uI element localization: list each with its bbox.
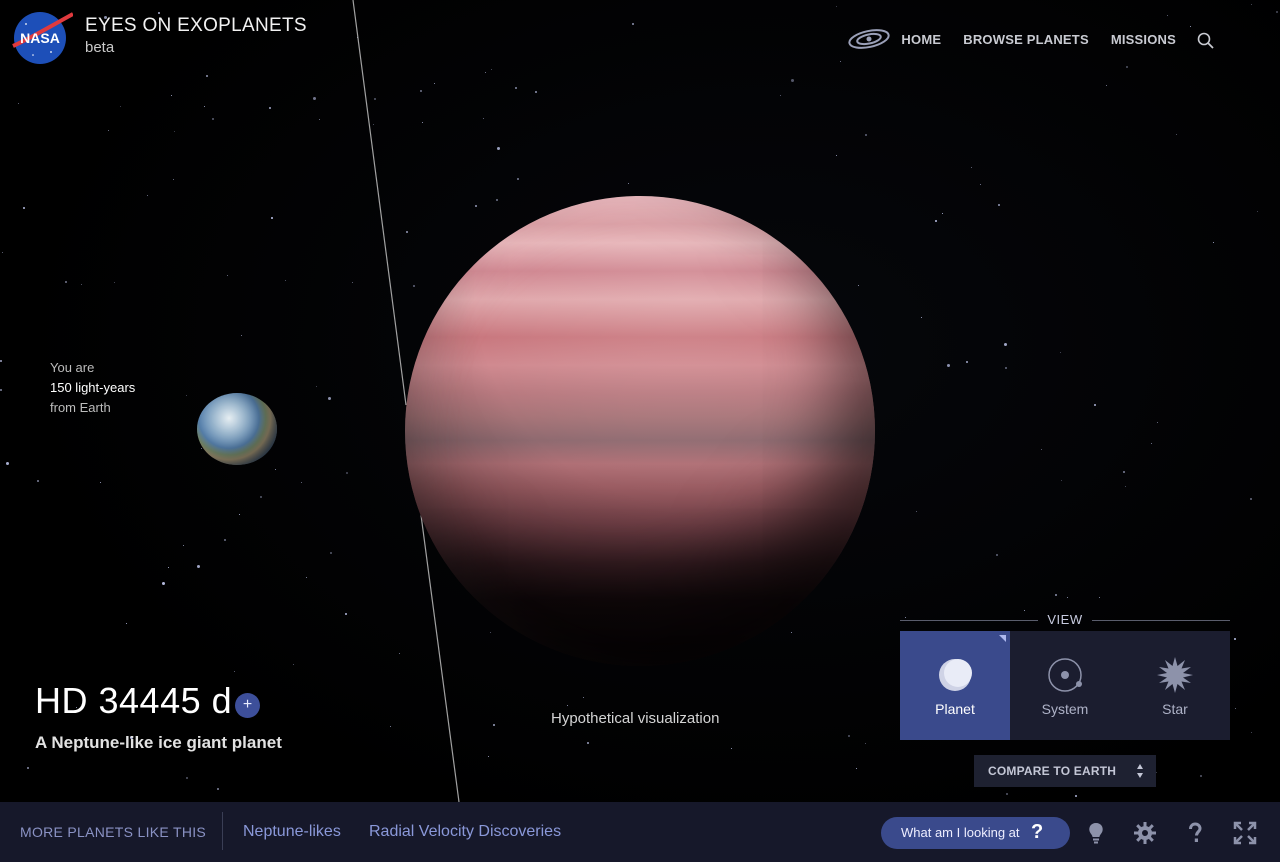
bottom-bar: MORE PLANETS LIKE THIS Neptune-likes Rad…: [0, 802, 1280, 862]
view-option-system-label: System: [1041, 701, 1089, 717]
compare-to-earth-label: COMPARE TO EARTH: [988, 764, 1117, 778]
view-label: VIEW: [1047, 612, 1083, 627]
system-icon: [1048, 658, 1082, 692]
fullscreen-icon[interactable]: [1233, 821, 1257, 845]
app-title: EYES ON EXOPLANETS: [85, 15, 307, 36]
app-subtitle: beta: [85, 39, 115, 56]
more-planets-label: MORE PLANETS LIKE THIS: [20, 824, 207, 840]
corner-indicator-icon: [999, 635, 1006, 642]
nasa-logo[interactable]: NASA: [11, 10, 73, 65]
question-mark-icon: ?: [1031, 821, 1044, 843]
distance-value: 150 light-years: [50, 380, 136, 395]
what-am-i-looking-at-button[interactable]: What am I looking at ?: [881, 817, 1070, 849]
view-option-planet[interactable]: Planet: [900, 631, 1010, 740]
planet-shading: [405, 196, 875, 666]
planet-description: A Neptune-like ice giant planet: [35, 733, 282, 752]
bottom-bar-divider: [222, 812, 223, 850]
view-option-star[interactable]: Star: [1120, 631, 1230, 740]
earth-globe[interactable]: [197, 393, 277, 465]
visualization-note: Hypothetical visualization: [551, 710, 720, 727]
planet-icon: [939, 659, 972, 691]
star-icon: [1157, 657, 1193, 693]
nasa-logo-text: NASA: [20, 30, 60, 46]
gear-icon[interactable]: [1133, 821, 1157, 845]
nav-missions[interactable]: MISSIONS: [1111, 32, 1176, 47]
nav-home[interactable]: HOME: [901, 32, 941, 47]
planet-name: HD 34445 d: [35, 680, 233, 721]
what-am-i-looking-at-label: What am I looking at: [901, 825, 1020, 840]
link-radial-velocity-discoveries[interactable]: Radial Velocity Discoveries: [369, 823, 561, 841]
view-option-planet-label: Planet: [935, 701, 975, 717]
view-option-star-label: Star: [1162, 701, 1188, 717]
lightbulb-icon[interactable]: [1084, 821, 1108, 845]
search-icon[interactable]: [1196, 31, 1216, 51]
view-option-system[interactable]: System: [1010, 631, 1120, 740]
sort-arrows-icon: [1137, 764, 1143, 778]
add-to-favorites-button[interactable]: +: [235, 693, 260, 718]
view-selector: Planet System Star: [900, 631, 1230, 740]
nav-browse-planets[interactable]: BROWSE PLANETS: [963, 32, 1089, 47]
distance-line-3: from Earth: [50, 400, 111, 415]
link-neptune-likes[interactable]: Neptune-likes: [243, 823, 341, 841]
distance-line-1: You are: [50, 360, 95, 375]
help-icon[interactable]: [1183, 821, 1207, 845]
galaxy-icon[interactable]: [847, 27, 891, 51]
compare-to-earth-button[interactable]: COMPARE TO EARTH: [974, 755, 1156, 787]
distance-label: You are 150 light-years from Earth: [50, 358, 135, 418]
top-nav: HOME BROWSE PLANETS MISSIONS: [847, 27, 1216, 51]
